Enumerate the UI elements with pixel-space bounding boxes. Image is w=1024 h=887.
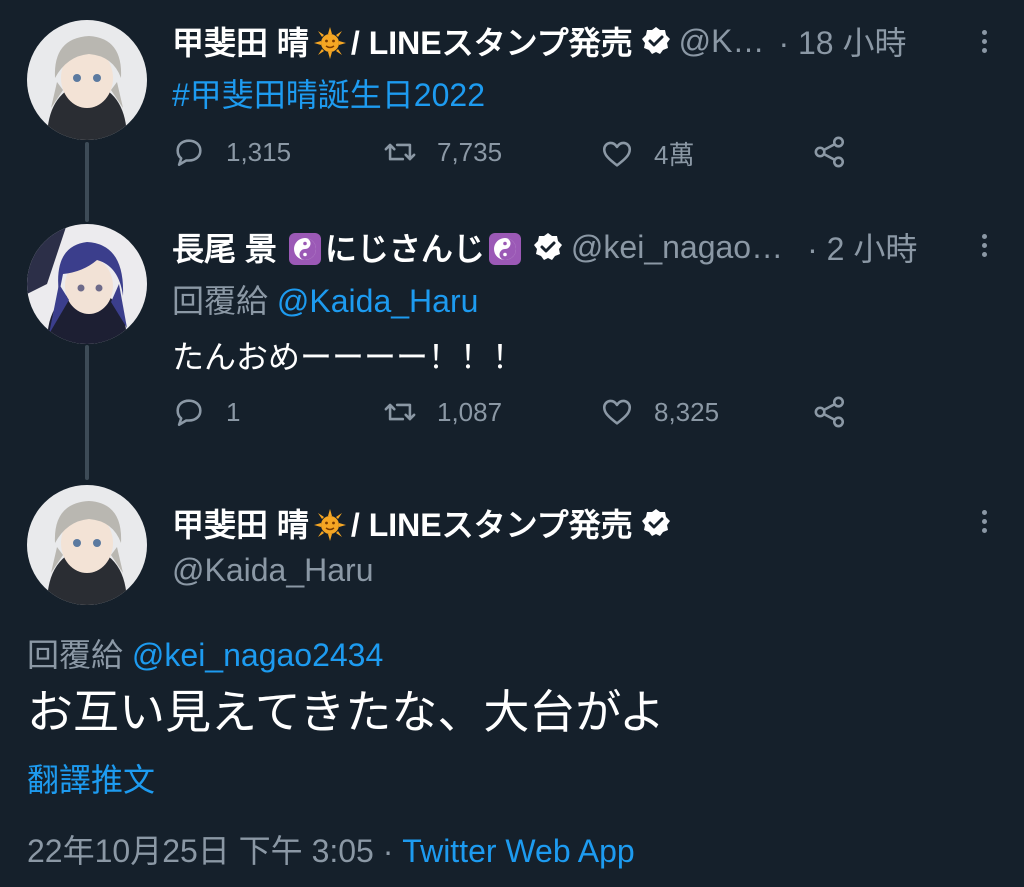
like-button[interactable]: 8,325 [600,395,719,429]
reply-count: 1,315 [226,136,292,167]
like-count: 4萬 [654,140,695,170]
reply-prefix: 回覆給 [172,283,269,319]
retweet-count: 1,087 [437,396,503,427]
reply-button[interactable]: 1,315 [172,135,291,169]
reply-icon [176,399,202,427]
avatar[interactable] [27,485,147,605]
share-icon [814,396,845,428]
reply-button[interactable]: 1 [172,395,240,429]
display-name[interactable]: 甲斐田 晴 [172,500,309,546]
timestamp[interactable]: · 18 小時 [778,18,906,64]
thread-line [85,345,89,480]
like-count: 8,325 [654,396,720,427]
reply-to-link[interactable]: @kei_nagao2434 [132,637,383,673]
retweet-button[interactable]: 7,735 [383,135,502,169]
handle[interactable]: @kei_nagao… [571,229,783,266]
share-icon [814,136,845,168]
translate-link[interactable]: 翻譯推文 [27,755,155,801]
display-name[interactable]: 甲斐田 晴 [172,18,309,64]
share-button[interactable] [813,395,867,429]
retweet-count: 7,735 [437,136,503,167]
avatar[interactable] [27,20,147,140]
share-button[interactable] [813,135,867,169]
sun-emoji-icon [313,22,347,60]
retweet-icon [384,143,416,161]
tweet-header: 甲斐田 晴 / LINEスタンプ発売 [172,500,679,546]
reply-prefix: 回覆給 [27,637,124,673]
verified-badge-icon [641,508,671,538]
tweet-timestamp[interactable]: 22年10月25日 下午 3:05 · [27,833,402,869]
avatar[interactable] [27,224,147,344]
reply-context: 回覆給 @Kaida_Haru [172,276,478,322]
hashtag-link[interactable]: #甲斐田晴誕生日2022 [172,70,485,116]
tweet-text: お互い見えてきたな、大台がよ [27,686,666,738]
tweet-header: 甲斐田 晴 / LINEスタンプ発売 @K… · 18 小時 [172,18,907,64]
more-options-icon[interactable] [974,506,994,537]
display-name-suffix: / LINEスタンプ発売 [350,25,633,61]
yin-yang-emoji-icon [488,229,521,266]
source-link[interactable]: Twitter Web App [402,833,634,869]
handle[interactable]: @K… [679,23,765,60]
display-name[interactable]: 長尾 景 [172,224,277,270]
heart-icon [602,399,632,425]
display-name-middle: にじさんじ [324,231,485,267]
tweet-header: 長尾 景 にじさんじ @kei_nagao… · 2 小時 [172,224,917,270]
more-options-icon[interactable] [974,230,994,261]
verified-badge-icon [641,26,671,56]
yin-yang-emoji-icon [288,229,321,266]
retweet-icon [384,403,416,421]
sun-emoji-icon [313,504,347,542]
tweet-meta: 22年10月25日 下午 3:05 · Twitter Web App [27,826,635,872]
reply-icon [176,139,202,167]
heart-icon [602,141,632,167]
timestamp[interactable]: · 2 小時 [807,224,917,270]
tweet-text: たんおめーーーー！！！ [172,339,525,375]
reply-context: 回覆給 @kei_nagao2434 [27,630,383,676]
reply-to-link[interactable]: @Kaida_Haru [277,283,478,319]
display-name-suffix: / LINEスタンプ発売 [350,507,633,543]
handle[interactable]: @Kaida_Haru [172,552,373,589]
reply-count: 1 [226,396,241,427]
like-button[interactable]: 4萬 [600,135,694,172]
verified-badge-icon [533,232,563,262]
retweet-button[interactable]: 1,087 [383,395,502,429]
thread-line [85,142,89,222]
more-options-icon[interactable] [974,26,994,57]
